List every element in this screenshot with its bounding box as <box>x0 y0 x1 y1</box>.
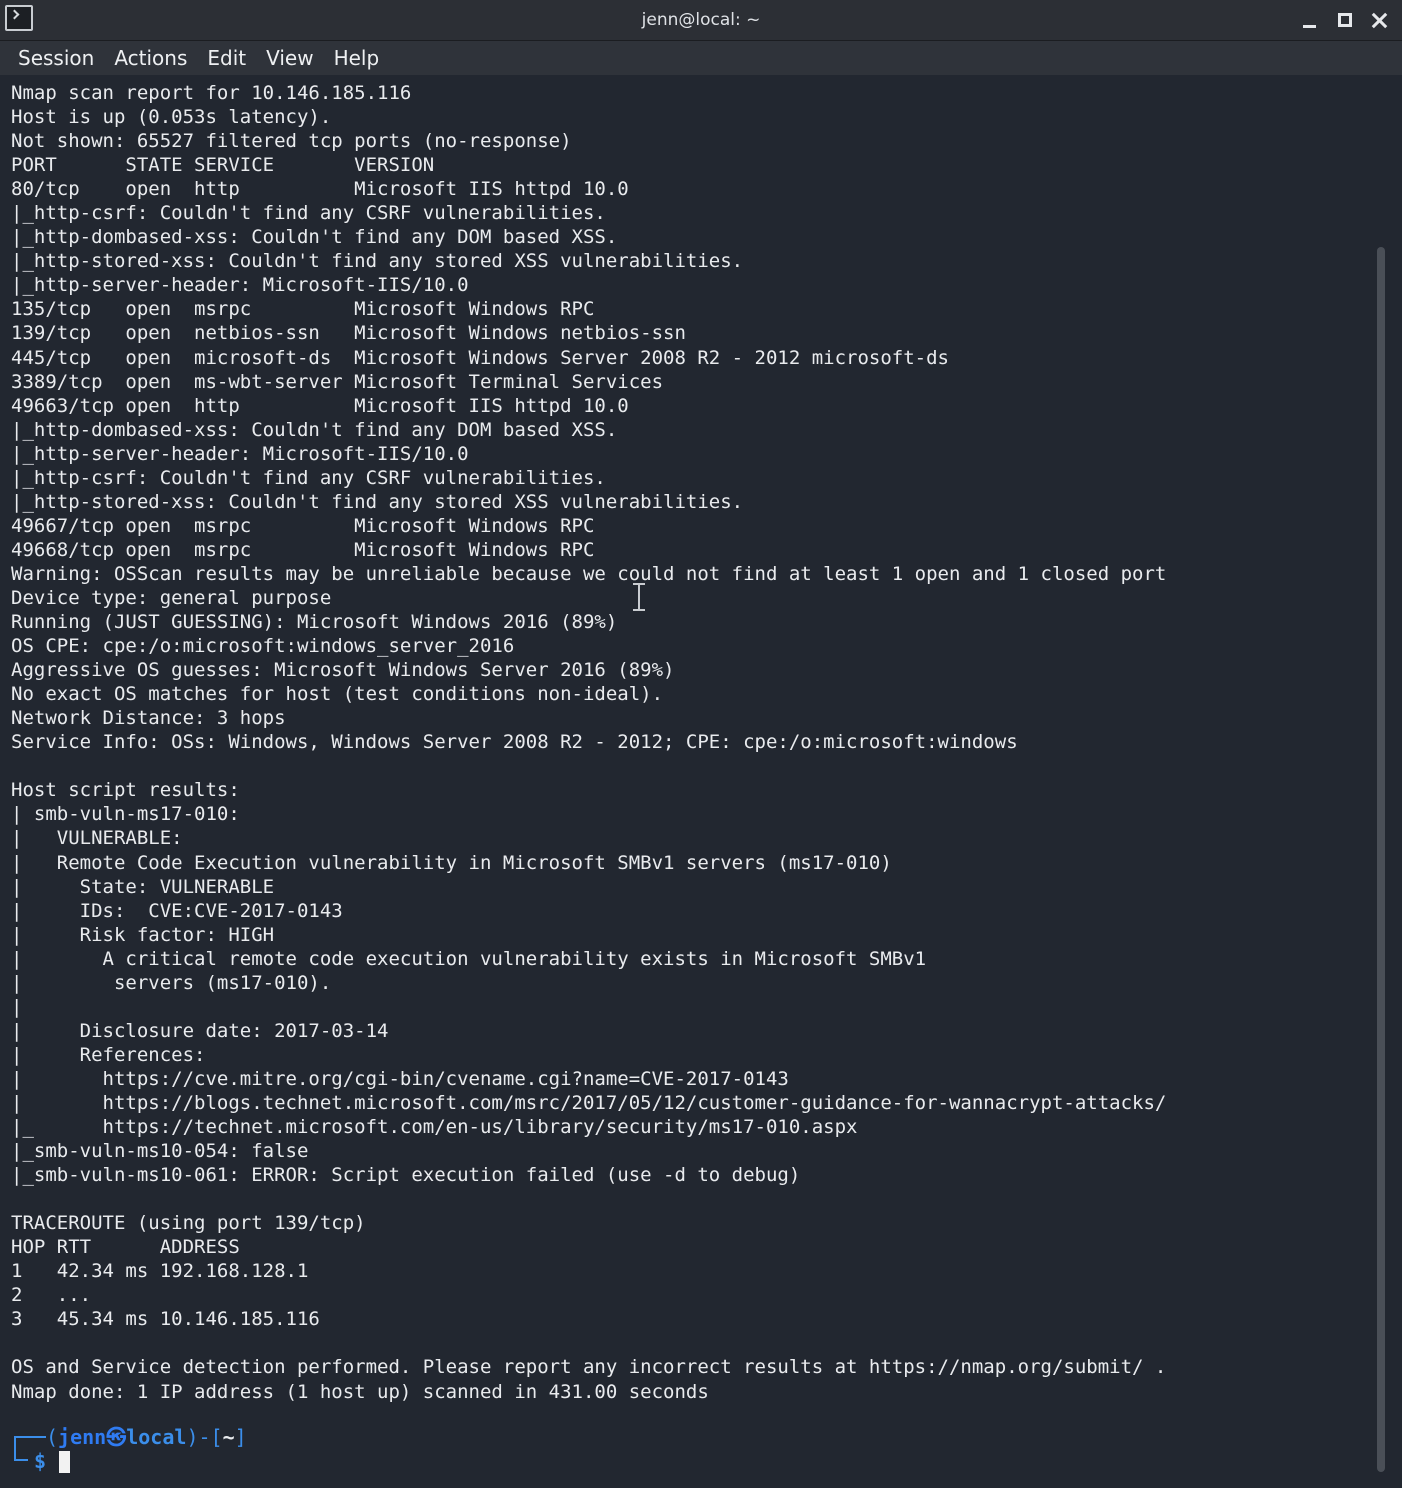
terminal-line: TRACEROUTE (using port 139/tcp) <box>11 1212 366 1235</box>
terminal-line: 3 45.34 ms 10.146.185.116 <box>11 1308 320 1331</box>
terminal-line: | https://cve.mitre.org/cgi-bin/cvename.… <box>11 1067 789 1090</box>
terminal-line: OS and Service detection performed. Plea… <box>11 1356 1167 1379</box>
terminal-line: 2 ... <box>11 1284 92 1307</box>
terminal-line: | https://blogs.technet.microsoft.com/ms… <box>11 1091 1167 1114</box>
terminal-line: |_http-server-header: Microsoft-IIS/10.0 <box>11 274 469 297</box>
terminal-line: Service Info: OSs: Windows, Windows Serv… <box>11 731 1018 754</box>
terminal-line: PORT STATE SERVICE VERSION <box>11 154 435 177</box>
terminal-output-area[interactable]: Nmap scan report for 10.146.185.116 Host… <box>0 75 1372 1488</box>
menu-session[interactable]: Session <box>8 41 104 75</box>
terminal-line: |_http-csrf: Couldn't find any CSRF vuln… <box>11 466 606 489</box>
menu-help[interactable]: Help <box>324 41 390 75</box>
terminal-line: |_http-dombased-xss: Couldn't find any D… <box>11 418 618 441</box>
terminal-line: Network Distance: 3 hops <box>11 707 286 730</box>
prompt-close: ] <box>234 1425 247 1449</box>
terminal-line: | <box>11 995 23 1018</box>
terminal-line: No exact OS matches for host (test condi… <box>11 683 664 706</box>
terminal-line: |_http-csrf: Couldn't find any CSRF vuln… <box>11 202 606 225</box>
terminal-line: Warning: OSScan results may be unreliabl… <box>11 562 1167 585</box>
terminal-line: Host script results: <box>11 779 240 802</box>
terminal-line: 49663/tcp open http Microsoft IIS httpd … <box>11 394 629 417</box>
scrollbar-thumb[interactable] <box>1377 247 1385 1472</box>
terminal-line: Host is up (0.053s latency). <box>11 106 332 129</box>
terminal-line: | A critical remote code execution vulne… <box>11 947 927 970</box>
terminal-line: 445/tcp open microsoft-ds Microsoft Wind… <box>11 346 949 369</box>
menu-actions[interactable]: Actions <box>104 41 197 75</box>
terminal-line: | Risk factor: HIGH <box>11 923 275 946</box>
menu-bar: Session Actions Edit View Help <box>0 41 1402 75</box>
terminal-line: HOP RTT ADDRESS <box>11 1236 240 1259</box>
prompt-cwd: ~ <box>222 1425 235 1449</box>
prompt-at: ㉿ <box>106 1425 127 1449</box>
terminal-line: |_http-stored-xss: Couldn't find any sto… <box>11 250 744 273</box>
terminal-line: Running (JUST GUESSING): Microsoft Windo… <box>11 611 618 634</box>
terminal-line: Device type: general purpose <box>11 586 332 609</box>
terminal-line: | Remote Code Execution vulnerability in… <box>11 851 892 874</box>
terminal-line: |_smb-vuln-ms10-061: ERROR: Script execu… <box>11 1164 801 1187</box>
terminal-line: |_smb-vuln-ms10-054: false <box>11 1140 309 1163</box>
terminal-line: | smb-vuln-ms17-010: <box>11 803 240 826</box>
terminal-line: | IDs: CVE:CVE-2017-0143 <box>11 899 343 922</box>
terminal-line: 49667/tcp open msrpc Microsoft Windows R… <box>11 514 595 537</box>
terminal-line: | Disclosure date: 2017-03-14 <box>11 1019 389 1042</box>
menu-view[interactable]: View <box>256 41 323 75</box>
prompt-user: jenn <box>58 1425 107 1449</box>
terminal-line: |_http-stored-xss: Couldn't find any sto… <box>11 490 744 513</box>
maximize-icon[interactable] <box>1333 8 1357 32</box>
terminal-line: |_http-server-header: Microsoft-IIS/10.0 <box>11 442 469 465</box>
scrollbar[interactable] <box>1372 75 1402 1488</box>
terminal-line: 139/tcp open netbios-ssn Microsoft Windo… <box>11 322 686 345</box>
terminal-line: Nmap done: 1 IP address (1 host up) scan… <box>11 1380 709 1403</box>
terminal-window: jenn@local: ~ Session Actions Edit View … <box>0 0 1402 1488</box>
ibeam-cursor-icon <box>633 583 645 611</box>
terminal-output: Nmap scan report for 10.146.185.116 Host… <box>11 81 1166 1404</box>
terminal-line: OS CPE: cpe:/o:microsoft:windows_server_… <box>11 635 515 658</box>
menu-edit[interactable]: Edit <box>197 41 256 75</box>
terminal-line: Aggressive OS guesses: Microsoft Windows… <box>11 659 675 682</box>
prompt-symbol: $ <box>34 1449 47 1473</box>
terminal-line: 3389/tcp open ms-wbt-server Microsoft Te… <box>11 370 664 393</box>
title-bar[interactable]: jenn@local: ~ <box>0 0 1402 41</box>
terminal-line: | servers (ms17-010). <box>11 971 332 994</box>
terminal-line: |_ https://technet.microsoft.com/en-us/l… <box>11 1116 858 1139</box>
prompt-mid: )-[ <box>186 1425 223 1449</box>
terminal-line: 49668/tcp open msrpc Microsoft Windows R… <box>11 538 595 561</box>
terminal-line: Nmap scan report for 10.146.185.116 <box>11 82 412 104</box>
terminal-line: | State: VULNERABLE <box>11 875 275 898</box>
prompt-host: local <box>126 1425 187 1449</box>
terminal-line: 1 42.34 ms 192.168.128.1 <box>11 1260 309 1283</box>
prompt-line: (jenn㉿local)-[~] <box>46 1425 247 1449</box>
prompt-open: ( <box>46 1425 59 1449</box>
terminal-line: 135/tcp open msrpc Microsoft Windows RPC <box>11 298 595 321</box>
terminal-line: Not shown: 65527 filtered tcp ports (no-… <box>11 130 572 153</box>
close-icon[interactable] <box>1367 8 1391 32</box>
terminal-line: | References: <box>11 1043 206 1066</box>
terminal-line: | VULNERABLE: <box>11 827 183 850</box>
text-cursor <box>59 1451 70 1473</box>
prompt-corner <box>14 1437 28 1461</box>
minimize-icon[interactable] <box>1298 8 1322 32</box>
window-title: jenn@local: ~ <box>641 10 761 30</box>
shell-prompt: (jenn㉿local)-[~] $ <box>14 1425 414 1475</box>
terminal-line: 80/tcp open http Microsoft IIS httpd 10.… <box>11 178 629 201</box>
terminal-line: |_http-dombased-xss: Couldn't find any D… <box>11 226 618 249</box>
